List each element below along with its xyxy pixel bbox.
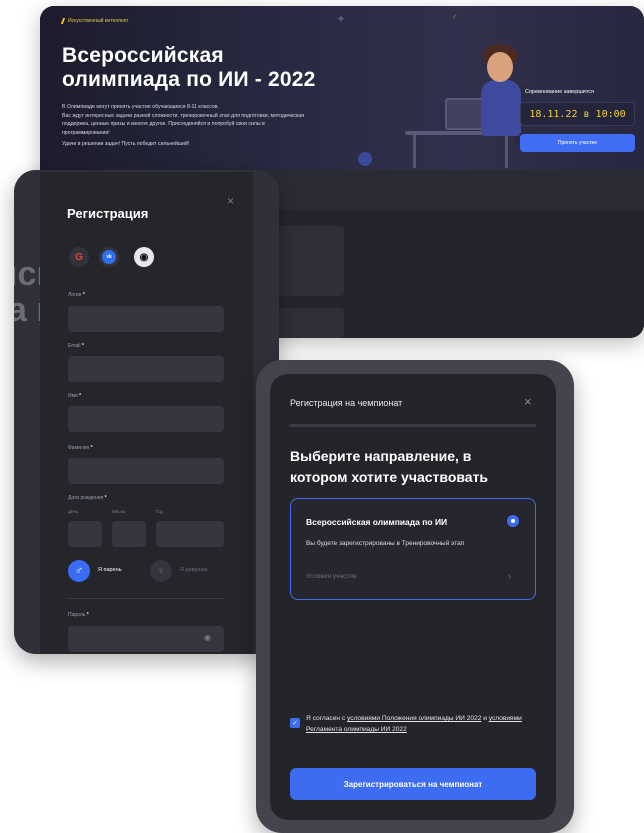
description-line: Вас ждут интересные задачи разной сложно… (62, 112, 305, 119)
regulations-link[interactable]: условиями Положения олимпиады ИИ 2022 (347, 715, 481, 722)
password-field[interactable] (68, 626, 224, 652)
first-name-label: Имя * (68, 393, 82, 399)
breadcrumb[interactable]: Искусственный интеллект (60, 18, 129, 24)
last-name-label: Фамилия * (68, 445, 93, 451)
email-field[interactable] (68, 356, 224, 382)
decorative-star-icon: ✦ (336, 12, 347, 26)
day-field[interactable] (68, 521, 102, 547)
illustration-person-body (481, 80, 521, 136)
google-login-icon[interactable]: G (69, 247, 89, 267)
banner-wish: Удачи в решении задач! Пусть победит сил… (62, 141, 190, 147)
radio-dot-icon (511, 519, 515, 523)
description-line: программировании! (62, 129, 110, 136)
option-radio[interactable] (507, 515, 519, 527)
vk-logo-icon: vk (102, 250, 116, 264)
title-line-2: олимпиада по ИИ - 2022 (62, 68, 316, 91)
registration-modal: Регистрация × G vk ◉ Логин * Email * Имя… (40, 172, 253, 654)
agreement-checkbox[interactable]: ✓ (290, 718, 300, 728)
progress-divider (290, 424, 536, 427)
option-description: Вы будете зарегистрированы в Тренировочн… (306, 540, 465, 547)
show-password-icon[interactable]: ◉ (204, 633, 211, 642)
divider (68, 598, 224, 599)
last-name-field[interactable] (68, 458, 224, 484)
registration-title: Регистрация (67, 206, 149, 221)
login-field[interactable] (68, 306, 224, 332)
year-field[interactable] (156, 521, 224, 547)
female-gender-icon[interactable]: ♀ (150, 560, 172, 582)
illustration-desk-leg (505, 134, 508, 168)
email-label: Email * (68, 343, 84, 349)
close-icon[interactable]: × (524, 394, 532, 409)
decorative-planet-icon (358, 152, 372, 166)
illustration-monitor (445, 98, 485, 130)
background-card (278, 226, 344, 296)
month-field[interactable] (112, 521, 146, 547)
male-gender-icon[interactable]: ♂ (68, 560, 90, 582)
option-title: Всероссийская олимпиада по ИИ (306, 517, 448, 527)
first-name-field[interactable] (68, 406, 224, 432)
year-label: Год (156, 509, 164, 514)
olympiad-banner: Искусственный интеллект ✦ ᐟ Всероссийска… (40, 6, 644, 170)
close-icon[interactable]: × (227, 194, 234, 208)
illustration-person-head (487, 52, 513, 82)
direction-option[interactable]: Всероссийская олимпиада по ИИ Вы будете … (290, 498, 536, 600)
join-button[interactable]: Принять участие (520, 134, 635, 152)
banner-description: В Олимпиаде могут принять участие обучаю… (62, 103, 392, 149)
agreement-middle: и (481, 715, 489, 722)
championship-header: Регистрация на чемпионат (290, 398, 403, 408)
countdown-value: 18.11.22 в 10:00 (520, 102, 635, 126)
female-label[interactable]: Я девушка (180, 567, 207, 573)
illustration-desk-leg (413, 134, 416, 168)
vk-login-icon[interactable]: vk (99, 247, 119, 267)
day-label: День (68, 509, 79, 514)
description-line: поддержка, ценные призы и многое другое.… (62, 121, 265, 127)
breadcrumb-marker-icon (60, 18, 66, 24)
month-label: Месяц (112, 509, 126, 514)
breadcrumb-label: Искусственный интеллект (68, 18, 129, 24)
description-line: В Олимпиаде могут принять участие обучаю… (62, 104, 219, 110)
male-label[interactable]: Я парень (98, 567, 122, 573)
championship-modal: Регистрация на чемпионат × Выберите напр… (270, 374, 556, 820)
password-label: Пароль * (68, 612, 89, 618)
login-label: Логин * (68, 292, 85, 298)
github-login-icon[interactable]: ◉ (134, 247, 154, 267)
countdown-label: Соревнование завершится (525, 89, 595, 95)
background-card (278, 308, 344, 338)
chevron-right-icon[interactable]: › (508, 571, 511, 581)
decorative-cat-icon: ᐟ (452, 12, 458, 26)
register-championship-button[interactable]: Зарегистрироваться на чемпионат (290, 768, 536, 800)
agreement-text: Я согласен с условиями Положения олимпиа… (306, 713, 531, 735)
title-line-1: Всероссийская (62, 44, 224, 67)
birthdate-label: Дата рождения * (68, 495, 107, 501)
agreement-prefix: Я согласен с (306, 715, 347, 722)
direction-question: Выберите направление, в котором хотите у… (290, 448, 489, 485)
page-title: Всероссийская олимпиада по ИИ - 2022 (62, 44, 362, 92)
participation-terms-link[interactable]: Условия участия (306, 573, 356, 580)
